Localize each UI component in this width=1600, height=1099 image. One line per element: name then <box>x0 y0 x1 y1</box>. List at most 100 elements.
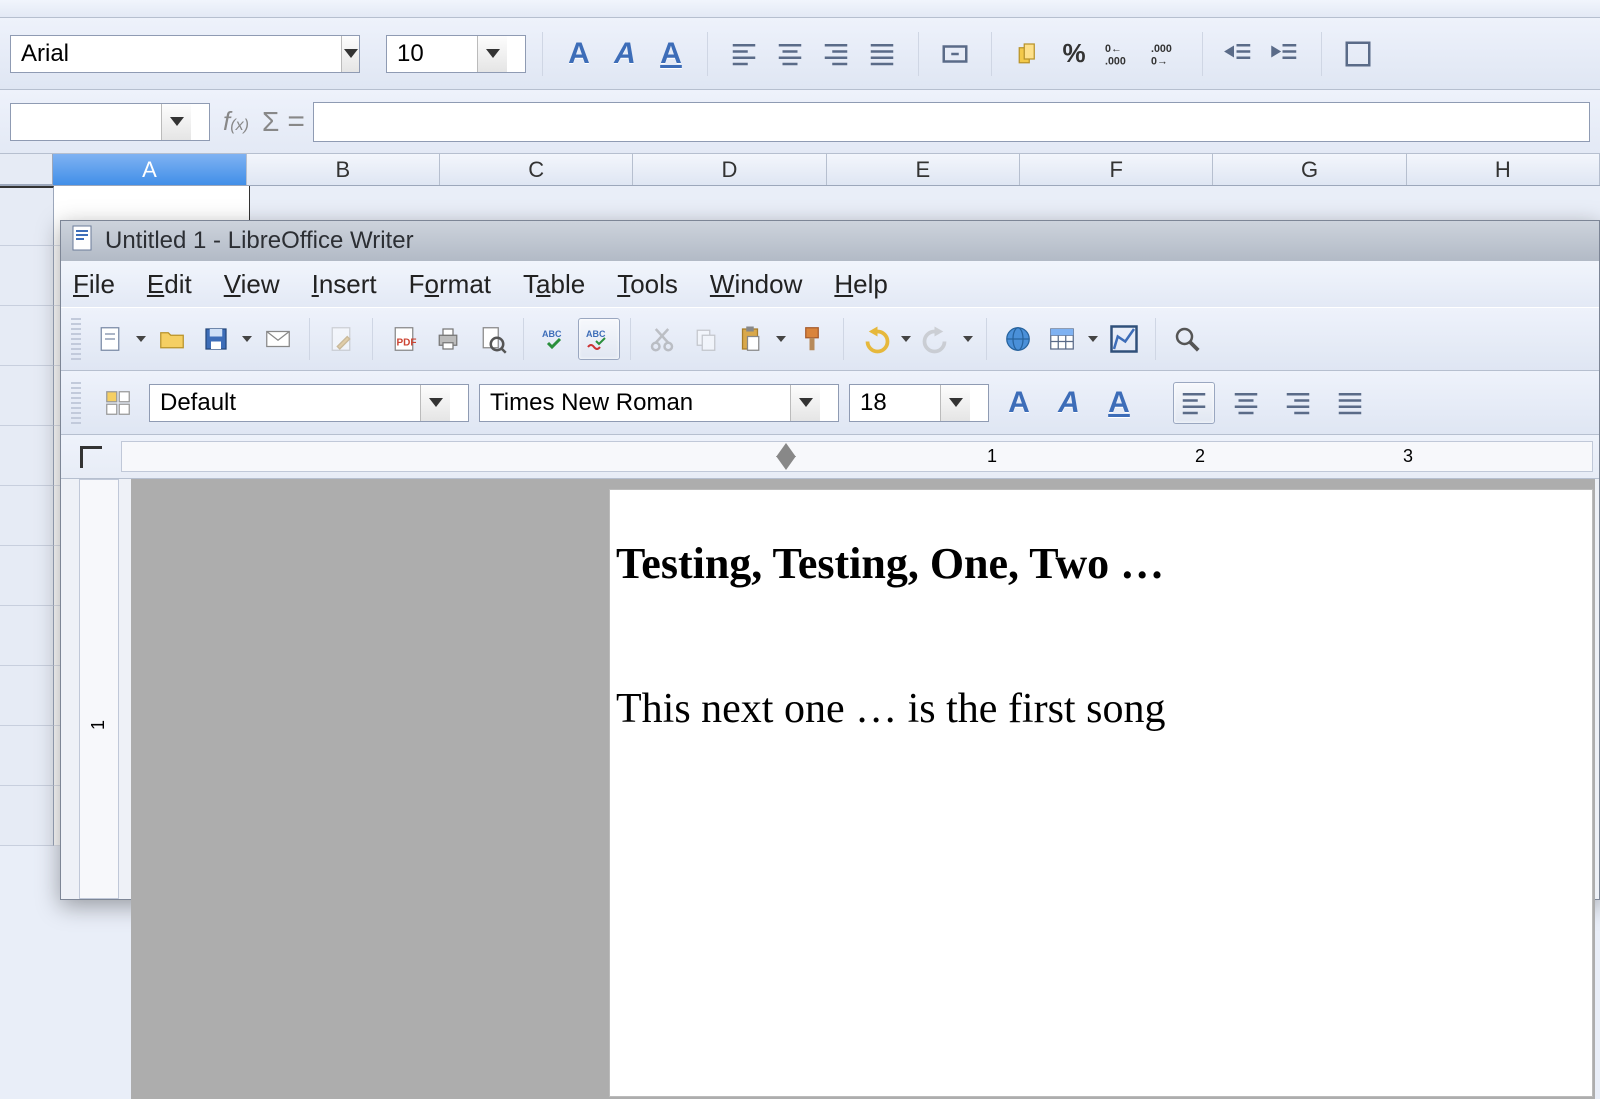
align-center-button[interactable] <box>770 34 810 74</box>
column-header-F[interactable]: F <box>1020 154 1213 185</box>
bold-button[interactable]: A <box>559 34 599 74</box>
spellcheck-button[interactable]: ABC <box>534 318 576 360</box>
font-name-combo[interactable] <box>10 35 360 73</box>
align-justify-button[interactable] <box>862 34 902 74</box>
align-left-button[interactable] <box>724 34 764 74</box>
dropdown-arrow-icon[interactable] <box>790 385 820 421</box>
number-format-button[interactable]: 0←.000 <box>1100 34 1140 74</box>
increase-indent-button[interactable] <box>1265 34 1305 74</box>
horizontal-ruler[interactable]: 1 2 3 <box>121 441 1593 472</box>
paragraph-style-combo[interactable] <box>149 384 469 422</box>
export-pdf-button[interactable]: PDF <box>383 318 425 360</box>
decrease-indent-button[interactable] <box>1219 34 1259 74</box>
bold-button[interactable]: A <box>999 383 1039 423</box>
borders-button[interactable] <box>1338 34 1378 74</box>
function-wizard-icon[interactable]: f(x) <box>218 106 254 137</box>
align-right-button[interactable] <box>1277 382 1319 424</box>
svg-text:ABC: ABC <box>542 329 562 339</box>
menu-edit[interactable]: Edit <box>147 269 192 300</box>
menu-view[interactable]: View <box>224 269 280 300</box>
menu-window[interactable]: Window <box>710 269 802 300</box>
dropdown-arrow-icon[interactable] <box>161 104 191 140</box>
menu-format[interactable]: Format <box>409 269 491 300</box>
toolbar-handle[interactable] <box>71 318 81 360</box>
font-size-combo[interactable] <box>386 35 526 73</box>
copy-button[interactable] <box>685 318 727 360</box>
align-left-button[interactable] <box>1173 382 1215 424</box>
hyperlink-button[interactable] <box>997 318 1039 360</box>
underline-button[interactable]: A <box>1099 383 1139 423</box>
new-doc-button[interactable] <box>89 318 131 360</box>
left-indent-marker[interactable] <box>776 456 796 470</box>
find-button[interactable] <box>1166 318 1208 360</box>
dropdown-arrow-icon[interactable] <box>477 36 507 72</box>
open-button[interactable] <box>151 318 193 360</box>
font-size-input[interactable] <box>387 40 477 68</box>
cut-button[interactable] <box>641 318 683 360</box>
add-decimal-button[interactable]: .0000→ <box>1146 34 1186 74</box>
menu-tools[interactable]: Tools <box>617 269 678 300</box>
column-header-D[interactable]: D <box>633 154 826 185</box>
italic-button[interactable]: A <box>605 34 645 74</box>
document-paragraph[interactable]: This next one … is the first song <box>616 685 1586 733</box>
document-page[interactable]: Testing, Testing, One, Two … This next o… <box>609 489 1593 1097</box>
currency-button[interactable] <box>1008 34 1048 74</box>
redo-dropdown[interactable] <box>960 336 976 342</box>
vertical-ruler[interactable]: 1 <box>79 479 119 899</box>
underline-button[interactable]: A <box>651 34 691 74</box>
column-header-C[interactable]: C <box>440 154 633 185</box>
font-name-input[interactable] <box>11 40 341 68</box>
percent-button[interactable]: % <box>1054 34 1094 74</box>
undo-dropdown[interactable] <box>898 336 914 342</box>
undo-button[interactable] <box>854 318 896 360</box>
autospellcheck-button[interactable]: ABC <box>578 318 620 360</box>
new-doc-dropdown[interactable] <box>133 336 149 342</box>
italic-button[interactable]: A <box>1049 383 1089 423</box>
first-line-indent-marker[interactable] <box>776 443 796 457</box>
show-draw-button[interactable] <box>1103 318 1145 360</box>
column-header-E[interactable]: E <box>827 154 1020 185</box>
menu-help[interactable]: Help <box>834 269 887 300</box>
menu-table[interactable]: Table <box>523 269 585 300</box>
dropdown-arrow-icon[interactable] <box>420 385 450 421</box>
font-size-input[interactable] <box>850 389 940 417</box>
column-header-G[interactable]: G <box>1213 154 1406 185</box>
title-bar[interactable]: Untitled 1 - LibreOffice Writer <box>61 221 1599 261</box>
formula-input[interactable] <box>313 102 1590 142</box>
email-button[interactable] <box>257 318 299 360</box>
column-header-A[interactable]: A <box>53 154 246 185</box>
table-button[interactable] <box>1041 318 1083 360</box>
font-name-input[interactable] <box>480 389 790 417</box>
dropdown-arrow-icon[interactable] <box>341 36 359 72</box>
clone-format-button[interactable] <box>791 318 833 360</box>
name-box[interactable] <box>10 103 210 141</box>
menu-file[interactable]: File <box>73 269 115 300</box>
styles-button[interactable] <box>97 382 139 424</box>
select-all-corner[interactable] <box>0 154 53 185</box>
print-button[interactable] <box>427 318 469 360</box>
save-dropdown[interactable] <box>239 336 255 342</box>
paste-button[interactable] <box>729 318 771 360</box>
align-right-button[interactable] <box>816 34 856 74</box>
redo-button[interactable] <box>916 318 958 360</box>
font-size-combo[interactable] <box>849 384 989 422</box>
menu-insert[interactable]: Insert <box>312 269 377 300</box>
align-justify-button[interactable] <box>1329 382 1371 424</box>
print-preview-button[interactable] <box>471 318 513 360</box>
save-button[interactable] <box>195 318 237 360</box>
edit-file-button[interactable] <box>320 318 362 360</box>
document-heading[interactable]: Testing, Testing, One, Two … <box>616 538 1586 589</box>
paragraph-style-input[interactable] <box>150 389 420 417</box>
align-center-button[interactable] <box>1225 382 1267 424</box>
name-box-input[interactable] <box>11 108 161 136</box>
column-header-B[interactable]: B <box>247 154 440 185</box>
merge-cells-button[interactable] <box>935 34 975 74</box>
dropdown-arrow-icon[interactable] <box>940 385 970 421</box>
table-dropdown[interactable] <box>1085 336 1101 342</box>
paste-dropdown[interactable] <box>773 336 789 342</box>
font-name-combo[interactable] <box>479 384 839 422</box>
column-header-H[interactable]: H <box>1407 154 1600 185</box>
formula-icon[interactable]: = <box>287 105 305 139</box>
toolbar-handle[interactable] <box>71 382 81 424</box>
sum-icon[interactable]: Σ <box>262 106 279 138</box>
